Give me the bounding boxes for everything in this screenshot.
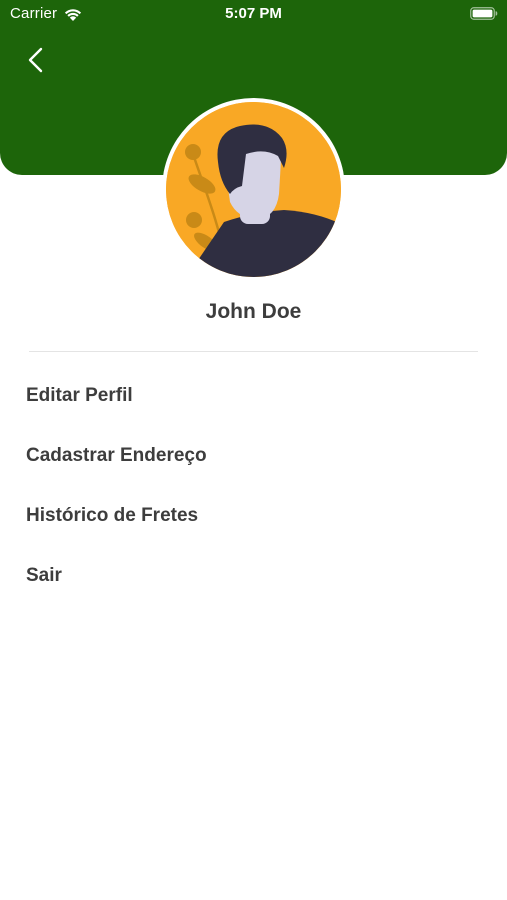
user-name: John Doe — [205, 300, 302, 323]
menu-item-freight-history[interactable]: Histórico de Fretes — [0, 486, 507, 546]
battery-icon — [470, 7, 498, 20]
divider — [29, 351, 478, 352]
profile-screen: Carrier 5:07 PM John Doe Editar Perfil C… — [0, 0, 507, 900]
avatar — [166, 102, 341, 277]
status-bar: Carrier 5:07 PM — [0, 0, 507, 28]
menu-item-edit-profile[interactable]: Editar Perfil — [0, 366, 507, 426]
back-button[interactable] — [20, 44, 52, 80]
menu-item-logout[interactable]: Sair — [0, 546, 507, 606]
profile-menu: Editar Perfil Cadastrar Endereço Históri… — [0, 366, 507, 606]
menu-item-register-address[interactable]: Cadastrar Endereço — [0, 426, 507, 486]
avatar-frame — [162, 98, 345, 281]
status-time: 5:07 PM — [225, 5, 282, 22]
chevron-left-icon — [27, 46, 45, 79]
